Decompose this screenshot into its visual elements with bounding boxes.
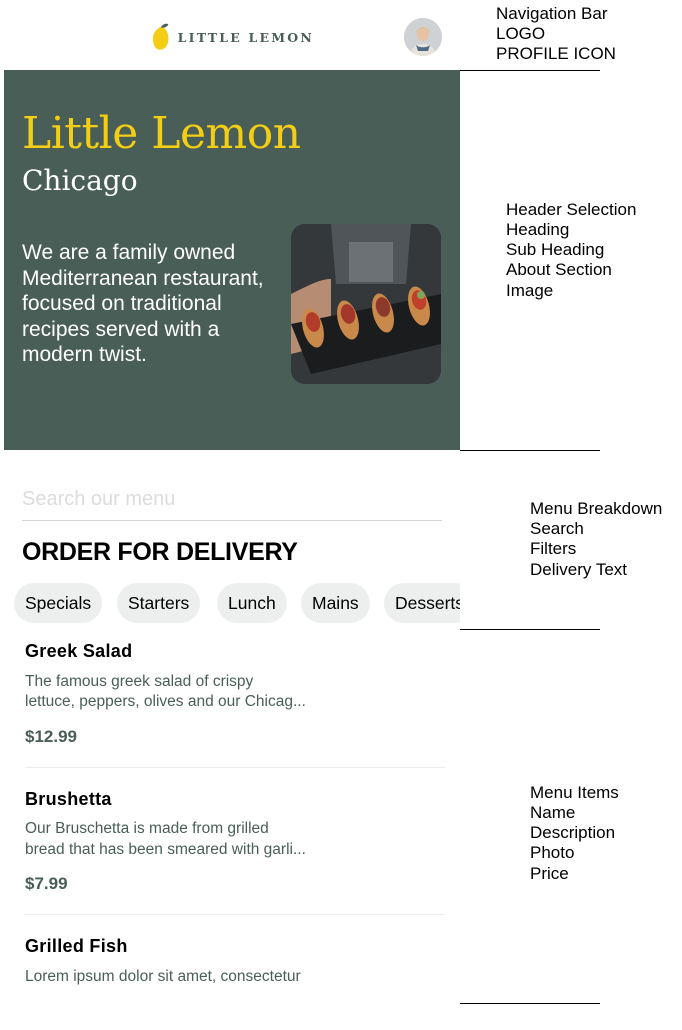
menu-item[interactable]: Grilled Fish Lorem ipsum dolor sit amet,… bbox=[0, 930, 460, 990]
lemon-icon bbox=[152, 23, 169, 50]
annotation-description: Description bbox=[530, 823, 616, 842]
annotation-search: Search bbox=[530, 519, 584, 538]
annotation-divider bbox=[460, 629, 600, 630]
menu-item-name: Brushetta bbox=[25, 789, 112, 809]
annotation-divider bbox=[460, 1003, 600, 1004]
annotation-image: Image bbox=[506, 281, 554, 300]
filter-chip-starters[interactable]: Starters bbox=[117, 583, 201, 623]
menu-item-price: $12.99 bbox=[25, 727, 77, 746]
menu-divider bbox=[25, 914, 445, 915]
menu-item-description-line: bread that has been smeared with garli..… bbox=[25, 841, 306, 858]
annotation-price: Price bbox=[530, 864, 569, 883]
menu-item-description-line: Our Bruschetta is made from grilled bbox=[25, 820, 269, 837]
annotation-menu-breakdown: Menu Breakdown bbox=[530, 499, 663, 518]
annotation-delivery-text: Delivery Text bbox=[530, 560, 627, 579]
annotation-photo: Photo bbox=[530, 843, 575, 862]
delivery-heading: ORDER FOR DELIVERY bbox=[22, 538, 298, 566]
search-input[interactable] bbox=[22, 478, 442, 521]
hero-title: Little Lemon bbox=[22, 108, 301, 159]
logo[interactable]: LITTLE LEMON bbox=[152, 14, 314, 60]
annotation-nav-bar: Navigation Bar bbox=[496, 4, 608, 23]
annotation-filters: Filters bbox=[530, 539, 577, 558]
annotation-sub-heading: Sub Heading bbox=[506, 240, 605, 259]
annotation-divider bbox=[460, 70, 600, 71]
menu-item-name: Greek Salad bbox=[25, 641, 133, 661]
annotation-menu-items: Menu Items bbox=[530, 783, 619, 802]
menu-item-name: Grilled Fish bbox=[25, 936, 128, 956]
logo-text: LITTLE LEMON bbox=[177, 29, 314, 45]
annotation-logo: LOGO bbox=[496, 24, 546, 43]
profile-photo bbox=[404, 18, 442, 56]
filter-chip-desserts[interactable]: Desserts bbox=[384, 583, 460, 623]
annotation-heading: Heading bbox=[506, 220, 570, 239]
hero-description: We are a family owned Mediterranean rest… bbox=[22, 241, 264, 366]
menu-item-description-line: Lorem ipsum dolor sit amet, consectetur bbox=[25, 968, 301, 985]
hero-image bbox=[291, 224, 441, 384]
annotation-about-section: About Section bbox=[506, 260, 612, 279]
filter-chip-mains[interactable]: Mains bbox=[301, 583, 370, 623]
filter-bar: Specials Starters Lunch Mains Desserts bbox=[0, 583, 460, 625]
annotation-name: Name bbox=[530, 803, 576, 822]
filter-chip-specials[interactable]: Specials bbox=[14, 583, 103, 623]
annotation-profile-icon: PROFILE ICON bbox=[496, 44, 616, 63]
menu-divider bbox=[25, 767, 445, 768]
profile-icon[interactable] bbox=[404, 18, 442, 56]
annotation-divider bbox=[460, 450, 600, 451]
annotation-header-selection: Header Selection bbox=[506, 200, 637, 219]
filter-chip-lunch[interactable]: Lunch bbox=[217, 583, 287, 623]
menu-item-description-line: lettuce, peppers, olives and our Chicag.… bbox=[25, 693, 306, 710]
menu-item-description-line: The famous greek salad of crispy bbox=[25, 673, 254, 690]
hero-subtitle: Chicago bbox=[22, 164, 138, 197]
menu-item-price: $7.99 bbox=[25, 874, 68, 893]
